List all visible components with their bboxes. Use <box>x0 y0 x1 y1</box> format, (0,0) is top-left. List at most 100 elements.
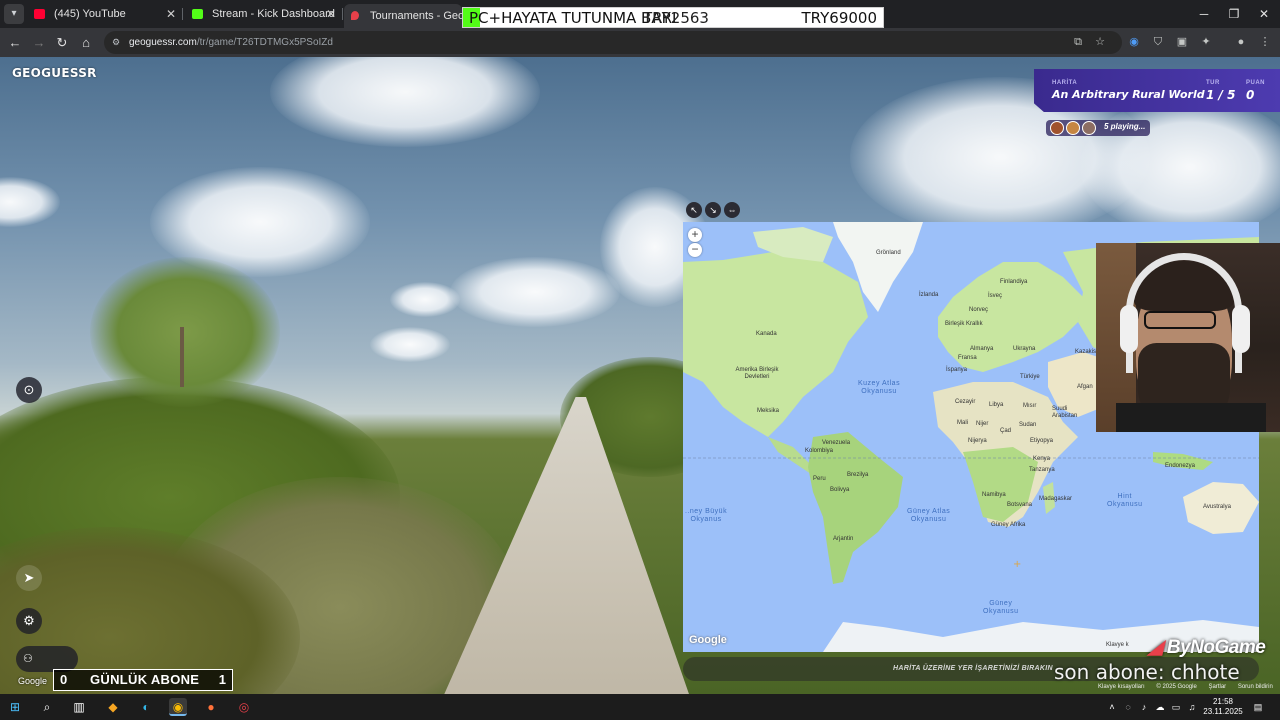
ocean-label-north-atlantic: Kuzey Atlas Okyanusu <box>858 380 901 395</box>
zoom-in-icon[interactable]: + <box>688 228 702 242</box>
tab-separator <box>182 8 183 20</box>
map-label: Cezayir <box>955 399 976 405</box>
menu-kebab-icon[interactable]: ⋮ <box>1258 35 1272 49</box>
report-problem-link[interactable]: Sorun bildirin <box>1238 684 1273 690</box>
edge-icon[interactable]: ◐ <box>137 698 155 716</box>
minimize-button[interactable]: ─ <box>1188 0 1220 28</box>
map-label: Libya <box>989 402 1004 408</box>
tab-search-button[interactable]: ▾ <box>4 4 24 24</box>
tab-title: Tournaments - GeoGuessr <box>370 10 462 22</box>
tab-separator <box>342 8 343 20</box>
enlarge-map-icon[interactable]: ↖ <box>686 202 702 218</box>
players-indicator[interactable]: 5 playing... <box>1046 120 1150 136</box>
compass-icon[interactable]: ➤ <box>16 565 42 591</box>
map-label: Tanzanya <box>1029 467 1055 473</box>
restore-button[interactable]: ❐ <box>1218 0 1250 28</box>
map-attribution: Klavye kısayolları © 2025 Google Şartlar… <box>1098 684 1280 690</box>
firefox-icon[interactable]: ● <box>202 698 220 716</box>
place-guess-label: HARİTA ÜZERİNE YER İŞARETİNİZİ BIRAKIN <box>893 665 1053 672</box>
close-window-button[interactable]: ✕ <box>1248 0 1280 28</box>
map-name: An Arbitrary Rural World <box>1052 88 1205 101</box>
microphone-icon[interactable]: ♪ <box>1138 701 1150 713</box>
terms-link[interactable]: Şartlar <box>1208 684 1226 690</box>
system-clock[interactable]: 21:58 23.11.2025 <box>1198 697 1248 717</box>
tray-app-icon[interactable]: ◌ <box>1122 701 1134 713</box>
daily-sub-counter: 0 GÜNLÜK ABONE 1 <box>53 669 233 691</box>
reload-icon[interactable]: ↻ <box>52 33 72 53</box>
goal-target: TRY69000 <box>801 9 877 27</box>
ocean-label-south-pacific: ..ney Büyük Okyanus <box>685 508 728 523</box>
last-subscriber: son abone: chhote <box>1054 660 1240 684</box>
map-label: Endonezya <box>1165 463 1196 469</box>
player-avatar <box>1066 121 1080 135</box>
map-label: Peru <box>813 476 826 482</box>
game-status-panel: HARİTA An Arbitrary Rural World TUR 1 / … <box>1034 69 1280 112</box>
keyboard-shortcuts-link[interactable]: Klavye k <box>1106 642 1129 648</box>
headset-earcup <box>1232 305 1250 353</box>
install-app-icon[interactable]: ⧉ <box>1071 35 1085 49</box>
map-label: Namibya <box>982 492 1006 498</box>
youtube-icon <box>34 9 45 19</box>
home-icon[interactable]: ⌂ <box>76 33 96 53</box>
shrink-map-icon[interactable]: ↘ <box>705 202 721 218</box>
map-label: Botsvana <box>1007 502 1033 508</box>
copilot-icon[interactable]: ◆ <box>104 698 122 716</box>
keyboard-shortcuts-link[interactable]: Klavye kısayolları <box>1098 684 1145 690</box>
zoom-out-icon[interactable]: − <box>688 243 702 257</box>
extension-shield-icon[interactable]: ⛉ <box>1151 35 1165 49</box>
kick-icon <box>192 9 203 19</box>
copyright-text: © 2025 Google <box>1156 684 1197 690</box>
map-label: Madagaskar <box>1039 496 1073 502</box>
settings-gear-icon[interactable]: ⚙ <box>16 608 42 634</box>
network-icon[interactable]: ▭ <box>1170 701 1182 713</box>
map-label: Norveç <box>969 307 989 313</box>
donation-goal-bar: PC+HAYATA TUTUNMA BARI TRY2563 TRY69000 <box>462 7 884 28</box>
close-tab-icon[interactable]: ✕ <box>326 2 336 26</box>
south-america-land <box>808 432 903 584</box>
profile-avatar-icon[interactable]: ● <box>1234 35 1248 49</box>
close-tab-icon[interactable]: ✕ <box>166 2 176 26</box>
score-label: PUAN <box>1246 80 1266 86</box>
tray-chevron-icon[interactable]: ˄ <box>1106 701 1118 713</box>
notification-icon[interactable]: ▤ <box>1252 701 1264 713</box>
tab-kick-dashboard[interactable]: Stream - Kick Dashboard ✕ <box>186 2 340 26</box>
map-label: Güney Afrika <box>991 522 1026 528</box>
site-info-icon[interactable]: ⚙ <box>112 37 122 47</box>
tree-trunk <box>180 327 184 387</box>
map-label: Nijerya <box>968 438 987 444</box>
map-label: İsveç <box>988 293 1003 299</box>
map-label: Sudan <box>1019 422 1037 428</box>
return-to-start-icon[interactable]: ⊙ <box>16 377 42 403</box>
pin-map-icon[interactable]: ⇔ <box>724 202 740 218</box>
extension-media-icon[interactable]: ▣ <box>1175 35 1189 49</box>
forward-arrow-icon[interactable]: → <box>29 33 49 53</box>
task-view-icon[interactable]: ▥ <box>70 698 88 716</box>
players-count: 5 playing... <box>1104 122 1146 131</box>
volume-icon[interactable]: ♫ <box>1186 701 1198 713</box>
chrome-icon[interactable]: ◉ <box>169 698 187 716</box>
clock-time: 21:58 <box>1212 697 1234 706</box>
windows-taskbar: ⊞ ⌕ ▥ ◆ ◐ ◉ ● ◎ ˄ ◌ ♪ ☁ ▭ ♫ 21:58 23.11.… <box>0 694 1280 720</box>
back-arrow-icon[interactable]: ← <box>5 33 25 53</box>
address-bar[interactable]: ⚙ geoguessr.com/tr/game/T26TDTMGx5PSoIZd <box>104 31 1122 54</box>
tab-youtube[interactable]: (445) YouTube ✕ <box>28 2 180 26</box>
streamer-shirt <box>1116 403 1266 432</box>
geoguessr-logo[interactable]: GEOGUESSR <box>12 66 97 80</box>
map-label: Etiyopya <box>1030 438 1054 444</box>
cloud-icon[interactable]: ☁ <box>1154 701 1166 713</box>
tab-geoguessr[interactable]: Tournaments - GeoGuessr <box>344 4 462 28</box>
round-label: TUR <box>1206 80 1220 86</box>
bookmark-star-icon[interactable]: ☆ <box>1093 35 1107 49</box>
ocean-label-south-atlantic: Güney Atlas Okyanusu <box>907 508 951 523</box>
search-icon[interactable]: ⌕ <box>38 698 56 716</box>
extension-audio-icon[interactable]: ◉ <box>1127 35 1141 49</box>
cloud <box>370 327 450 362</box>
extensions-puzzle-icon[interactable]: ✦ <box>1199 35 1213 49</box>
map-label: HARİTA <box>1052 80 1078 86</box>
sub-label: GÜNLÜK ABONE <box>90 672 200 687</box>
headset <box>1126 253 1242 373</box>
score-value: 0 <box>1246 88 1255 102</box>
obs-icon[interactable]: ◎ <box>235 698 253 716</box>
streamer-webcam <box>1096 243 1280 432</box>
windows-start-icon[interactable]: ⊞ <box>6 698 24 716</box>
